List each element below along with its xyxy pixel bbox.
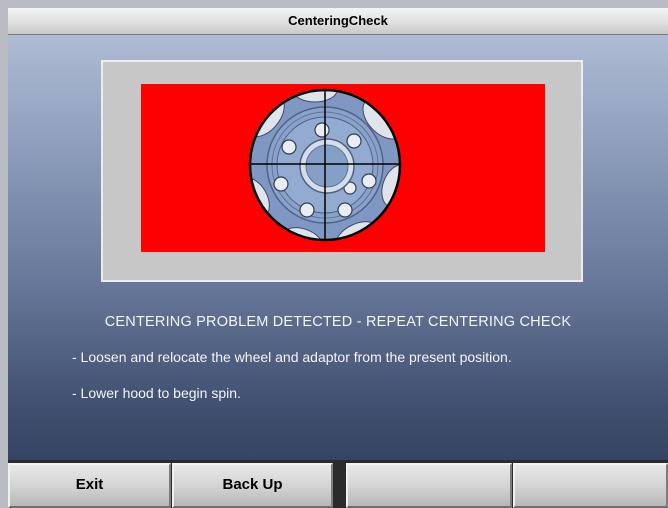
function-key-4[interactable]	[513, 463, 668, 508]
function-key-toolbar: Exit Back Up	[8, 460, 668, 508]
wheel-rim-icon	[248, 88, 402, 242]
wheel-figure-frame	[101, 60, 583, 282]
instruction-lower-hood: - Lower hood to begin spin.	[72, 385, 241, 401]
instruction-relocate-wheel: - Loosen and relocate the wheel and adap…	[72, 349, 512, 365]
centering-status-panel	[141, 84, 545, 252]
exit-button[interactable]: Exit	[8, 463, 171, 508]
back-up-button[interactable]: Back Up	[172, 463, 333, 508]
centering-check-window: CenteringCheck CENTERING PROBLEM DETECTE…	[8, 8, 668, 508]
centering-problem-message: CENTERING PROBLEM DETECTED - REPEAT CENT…	[104, 314, 572, 330]
window-title: CenteringCheck	[8, 8, 668, 35]
function-key-3[interactable]	[346, 463, 512, 508]
